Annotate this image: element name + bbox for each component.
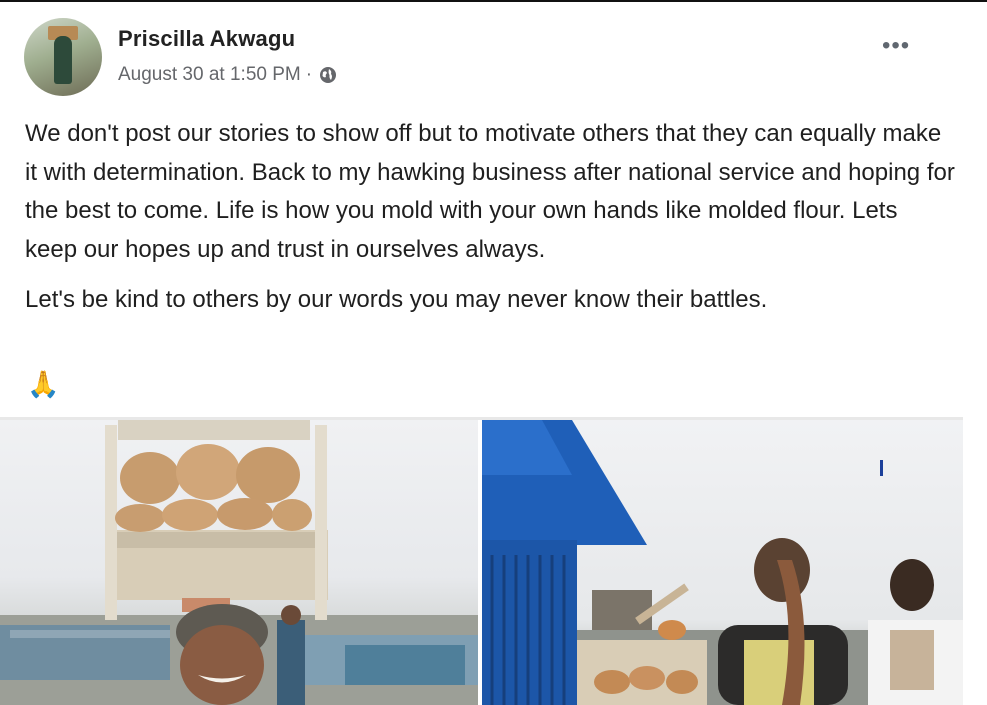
post-timestamp[interactable]: August 30 at 1:50 PM [118,64,301,86]
more-options-button[interactable]: ••• [882,34,910,58]
top-border [0,0,987,2]
post-paragraph-1: We don't post our stories to show off bu… [25,120,955,263]
photo-right[interactable] [482,420,963,705]
post-body: We don't post our stories to show off bu… [25,115,955,332]
post-meta: August 30 at 1:50 PM · [118,64,337,86]
post-paragraph-2: Let's be kind to others by our words you… [25,286,768,313]
meta-separator: · [305,64,313,85]
author-name[interactable]: Priscilla Akwagu [118,26,295,52]
photo-left[interactable] [0,420,478,705]
globe-icon[interactable] [319,66,337,84]
avatar-figure [54,36,72,84]
praying-hands-icon: 🙏 [27,369,60,399]
photo-left-scene [0,420,478,705]
photo-right-scene [482,420,963,705]
avatar[interactable] [24,18,102,96]
